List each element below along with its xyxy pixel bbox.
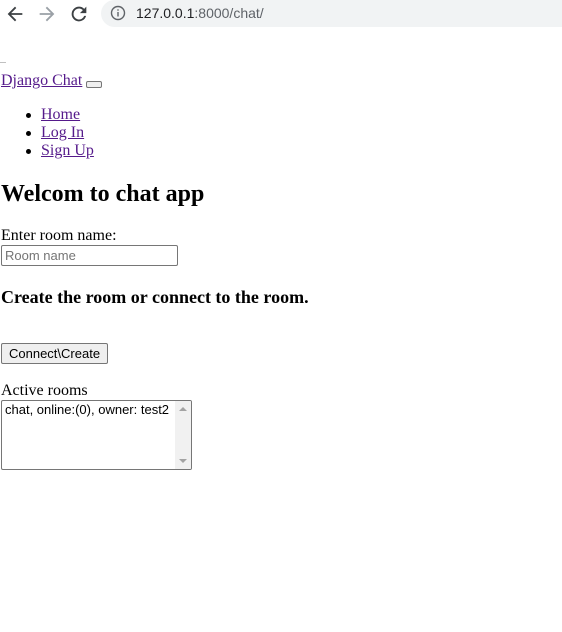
forward-arrow-icon[interactable] xyxy=(36,3,58,25)
url-path: :8000/chat/ xyxy=(194,5,264,21)
active-rooms-list[interactable]: chat, online:(0), owner: test2 xyxy=(1,400,192,470)
scroll-down-arrow-icon[interactable] xyxy=(179,459,187,463)
page-title: Welcom to chat app xyxy=(1,181,205,207)
url-text: 127.0.0.1:8000/chat/ xyxy=(136,5,264,22)
nav-item-login: Log In xyxy=(26,124,94,142)
nav-link-signup[interactable]: Sign Up xyxy=(41,142,94,159)
scroll-up-arrow-icon[interactable] xyxy=(179,407,187,411)
reload-icon[interactable] xyxy=(68,3,90,25)
back-arrow-icon[interactable] xyxy=(4,3,26,25)
navbar-brand-link[interactable]: Django Chat xyxy=(1,72,82,89)
nav-item-signup: Sign Up xyxy=(26,142,94,160)
nav-menu: Home Log In Sign Up xyxy=(26,106,94,160)
room-name-label: Enter room name: xyxy=(1,227,117,244)
url-host: 127.0.0.1 xyxy=(136,5,195,21)
nav-link-login[interactable]: Log In xyxy=(41,124,84,141)
brand-image xyxy=(0,62,6,64)
active-rooms-label: Active rooms xyxy=(1,382,88,399)
address-bar[interactable]: 127.0.0.1:8000/chat/ xyxy=(101,0,562,27)
navbar: Django Chat xyxy=(1,72,103,90)
browser-toolbar: 127.0.0.1:8000/chat/ xyxy=(0,0,562,28)
site-info-icon[interactable] xyxy=(110,5,126,21)
room-instructions: Create the room or connect to the room. xyxy=(1,287,309,307)
room-name-input[interactable] xyxy=(1,245,178,266)
nav-link-home[interactable]: Home xyxy=(41,106,80,123)
rooms-scrollbar[interactable] xyxy=(175,401,191,469)
navbar-toggler-button[interactable] xyxy=(86,81,103,88)
active-room-item[interactable]: chat, online:(0), owner: test2 xyxy=(5,402,173,418)
connect-create-button[interactable]: Connect\Create xyxy=(1,343,109,364)
nav-item-home: Home xyxy=(26,106,94,124)
